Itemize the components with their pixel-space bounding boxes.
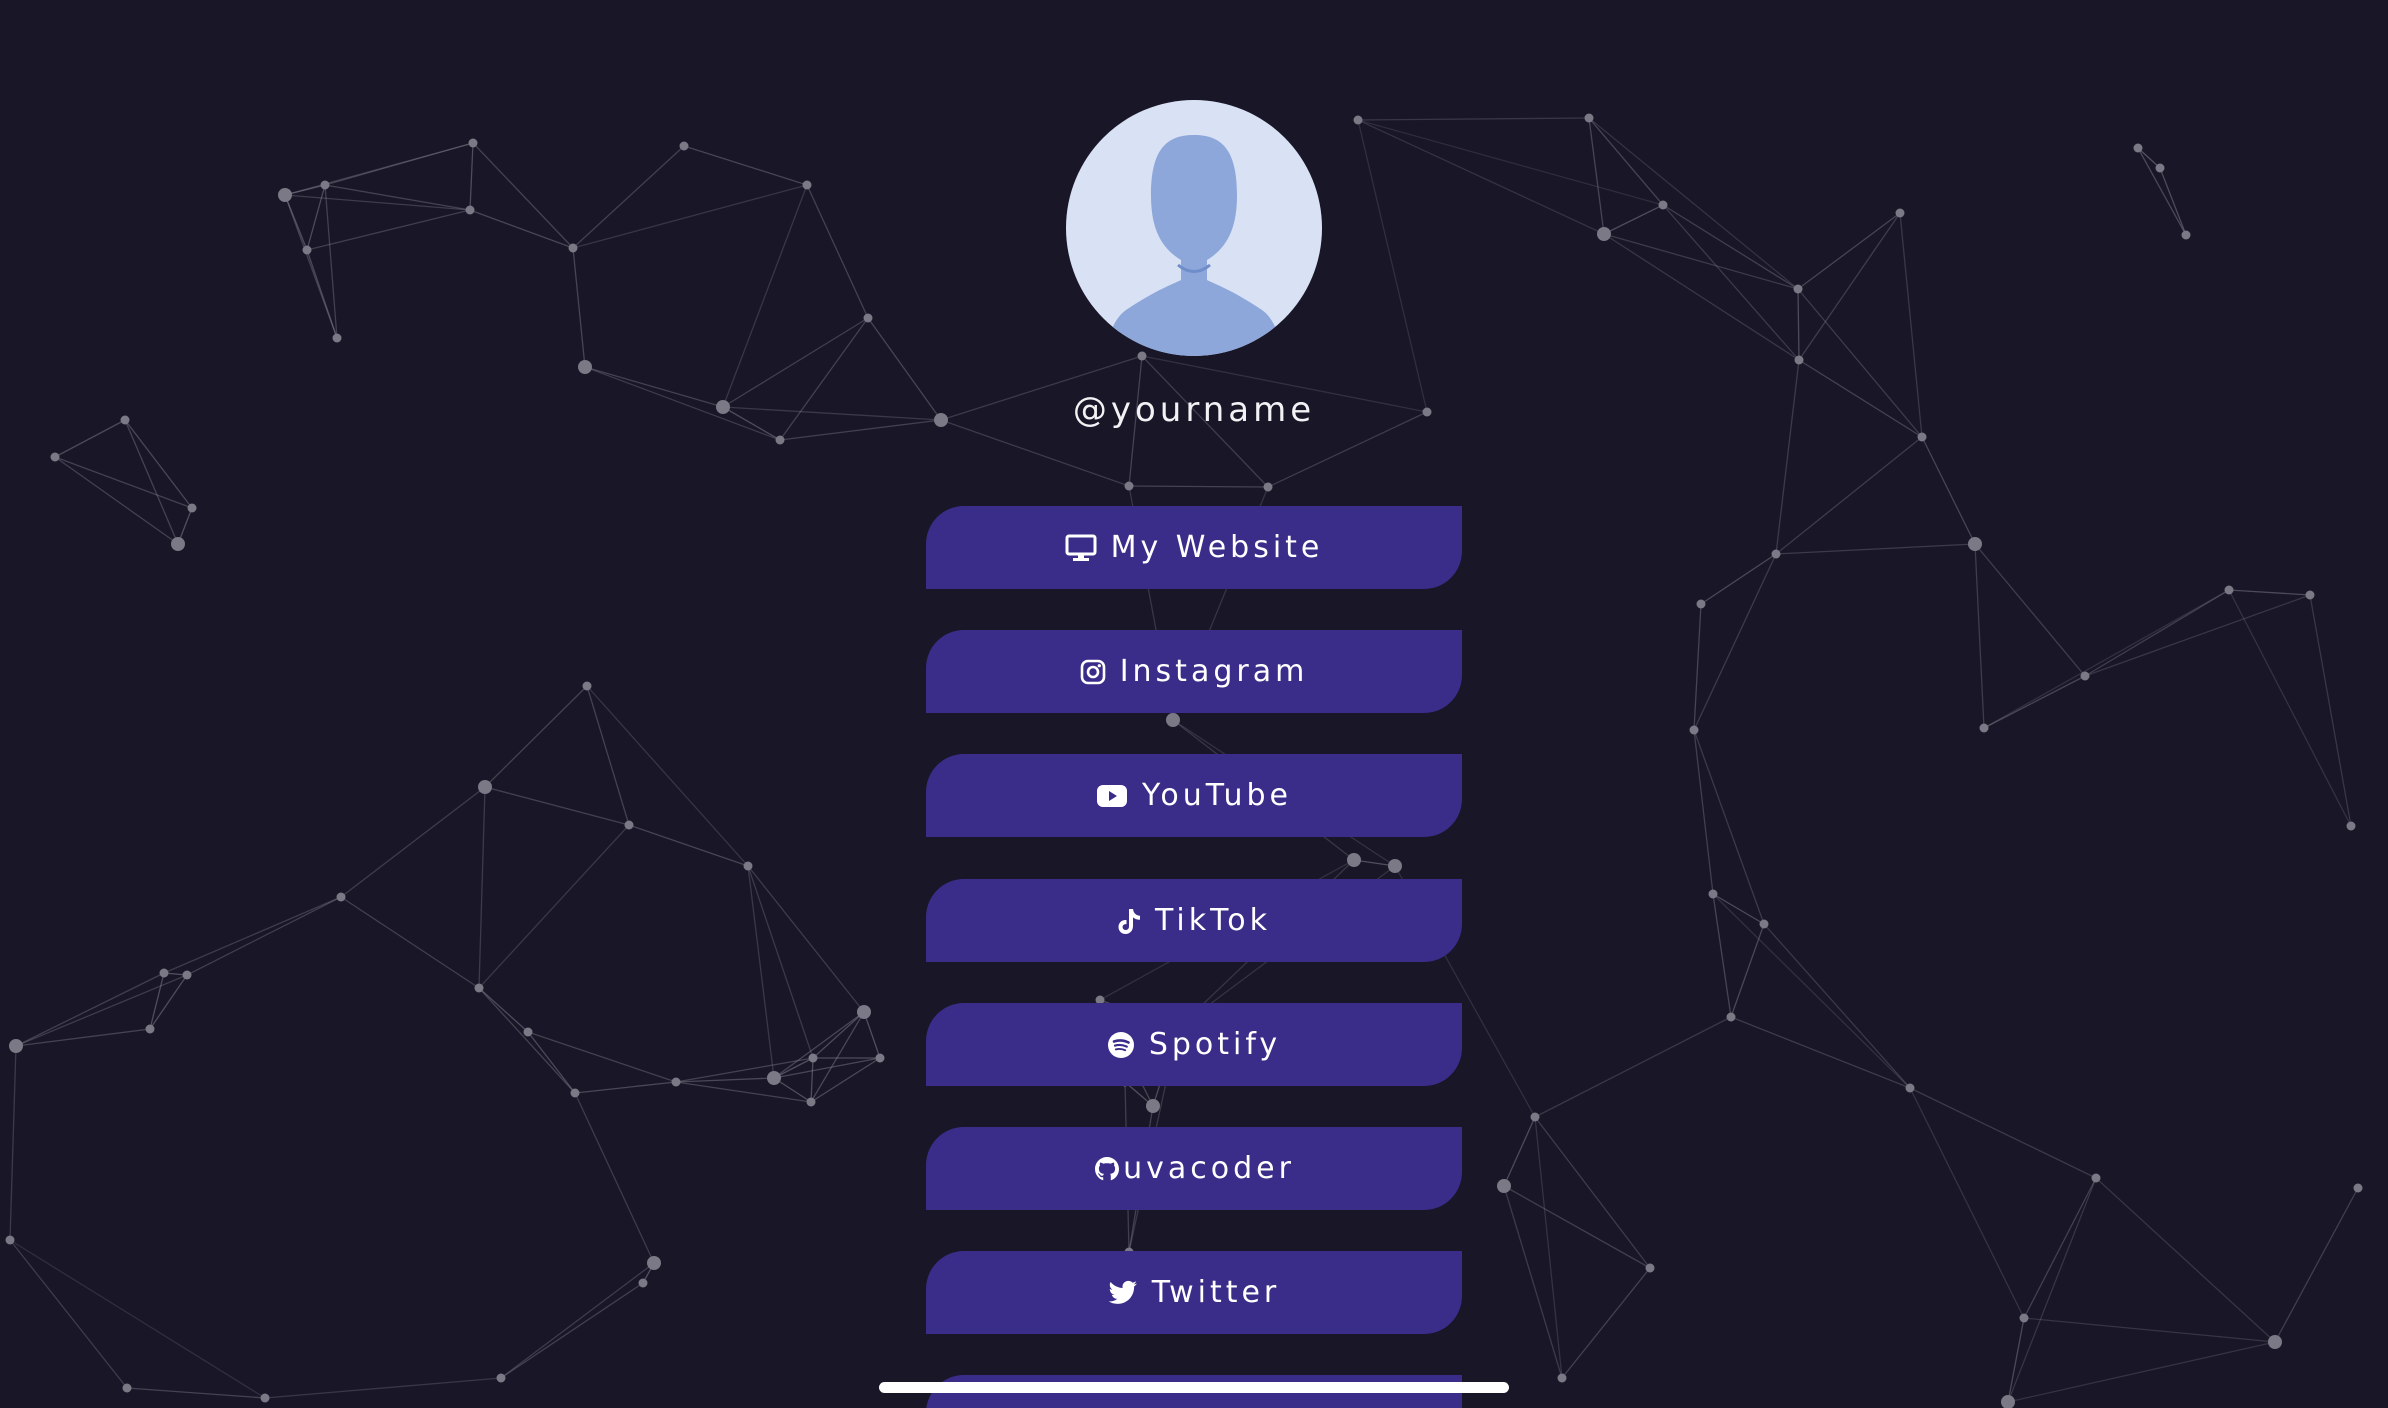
link-button-github[interactable]: uvacoder [926,1127,1462,1210]
spotify-icon [1107,1031,1135,1059]
twitter-icon [1108,1280,1138,1306]
link-button-youtube[interactable]: YouTube [926,754,1462,837]
link-button-spotify[interactable]: Spotify [926,1003,1462,1086]
youtube-icon [1096,784,1128,808]
instagram-icon [1080,659,1106,685]
avatar [1066,100,1322,356]
username: @yourname [1072,390,1316,430]
github-icon [1093,1155,1121,1183]
link-label: Spotify [1148,1027,1282,1062]
link-label: Instagram [1119,654,1309,689]
link-label: YouTube [1142,778,1292,813]
page: @yourname My Website Instagram YouTube T [0,0,2388,1408]
profile-section: @yourname My Website Instagram YouTube T [0,0,2388,1408]
tiktok-icon [1117,907,1141,935]
link-label: TikTok [1154,903,1272,938]
monitor-icon [1065,534,1097,562]
link-button-instagram[interactable]: Instagram [926,630,1462,713]
link-label: My Website [1110,530,1324,565]
link-button-my-website[interactable]: My Website [926,506,1462,589]
default-user-icon [1107,135,1281,356]
link-label: uvacoder [1123,1151,1295,1186]
horizontal-scrollbar[interactable] [879,1382,1509,1393]
link-button-tiktok[interactable]: TikTok [926,879,1462,962]
link-label: Twitter [1151,1275,1281,1310]
link-button-twitter[interactable]: Twitter [926,1251,1462,1334]
